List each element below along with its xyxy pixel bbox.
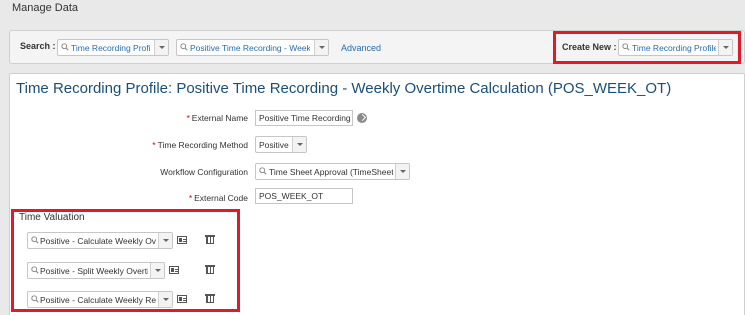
search-type-value: Time Recording Profile: [71, 43, 151, 53]
magnifier-icon: [31, 266, 39, 274]
search-label: Search :: [20, 41, 56, 51]
trash-icon[interactable]: [205, 235, 215, 244]
chevron-down-icon[interactable]: [292, 137, 306, 152]
workflow-configuration-value: Time Sheet Approval (TimeSheet...: [269, 167, 393, 177]
create-new-combo[interactable]: Time Recording Profile: [618, 39, 733, 56]
workflow-configuration-combo[interactable]: Time Sheet Approval (TimeSheet...: [255, 163, 410, 180]
time-recording-method-select[interactable]: Positive: [255, 136, 307, 153]
chevron-down-icon[interactable]: [158, 292, 172, 307]
magnifier-icon: [259, 167, 267, 175]
magnifier-icon: [61, 43, 69, 51]
page-title: Manage Data: [12, 2, 79, 14]
trash-icon[interactable]: [205, 265, 215, 274]
workflow-configuration-label: Workflow Configuration: [160, 167, 248, 177]
time-valuation-combo-2[interactable]: Positive - Split Weekly Overti...: [27, 262, 165, 279]
trash-icon[interactable]: [205, 294, 215, 303]
time-recording-method-value: Positive: [259, 140, 289, 150]
time-valuation-combo-3[interactable]: Positive - Calculate Weekly Re...: [27, 291, 173, 308]
card-icon[interactable]: [177, 236, 187, 244]
external-code-label: * External Code: [188, 193, 248, 203]
time-valuation-combo-1[interactable]: Positive - Calculate Weekly Ov...: [27, 232, 173, 249]
time-valuation-value-3: Positive - Calculate Weekly Re...: [40, 295, 156, 305]
magnifier-icon: [31, 236, 39, 244]
time-valuation-value-1: Positive - Calculate Weekly Ov...: [40, 236, 156, 246]
search-object-combo[interactable]: Positive Time Recording - Week...: [176, 39, 329, 56]
external-name-label: * External Name: [186, 113, 248, 123]
magnifier-icon: [622, 43, 630, 51]
external-name-input[interactable]: Positive Time Recording - W: [255, 110, 353, 126]
chevron-down-icon[interactable]: [314, 40, 328, 55]
create-new-value: Time Recording Profile: [632, 43, 716, 53]
chevron-down-icon[interactable]: [158, 233, 172, 248]
magnifier-icon: [31, 295, 39, 303]
chevron-down-icon[interactable]: [150, 263, 164, 278]
chevron-down-icon[interactable]: [395, 164, 409, 179]
chevron-down-icon[interactable]: [154, 40, 168, 55]
create-new-label: Create New :: [562, 42, 617, 52]
chevron-down-icon[interactable]: [718, 40, 732, 55]
time-recording-method-label: * Time Recording Method: [152, 140, 248, 150]
card-icon[interactable]: [177, 295, 187, 303]
record-title: Time Recording Profile: Positive Time Re…: [16, 80, 672, 97]
globe-icon[interactable]: [357, 113, 367, 123]
advanced-search-link[interactable]: Advanced: [341, 43, 381, 53]
time-valuation-heading: Time Valuation: [19, 212, 85, 223]
card-icon[interactable]: [169, 266, 179, 274]
time-valuation-value-2: Positive - Split Weekly Overti...: [40, 266, 148, 276]
magnifier-icon: [180, 43, 188, 51]
external-code-input[interactable]: POS_WEEK_OT: [255, 188, 353, 204]
search-object-value: Positive Time Recording - Week...: [190, 43, 310, 53]
search-type-combo[interactable]: Time Recording Profile: [57, 39, 169, 56]
